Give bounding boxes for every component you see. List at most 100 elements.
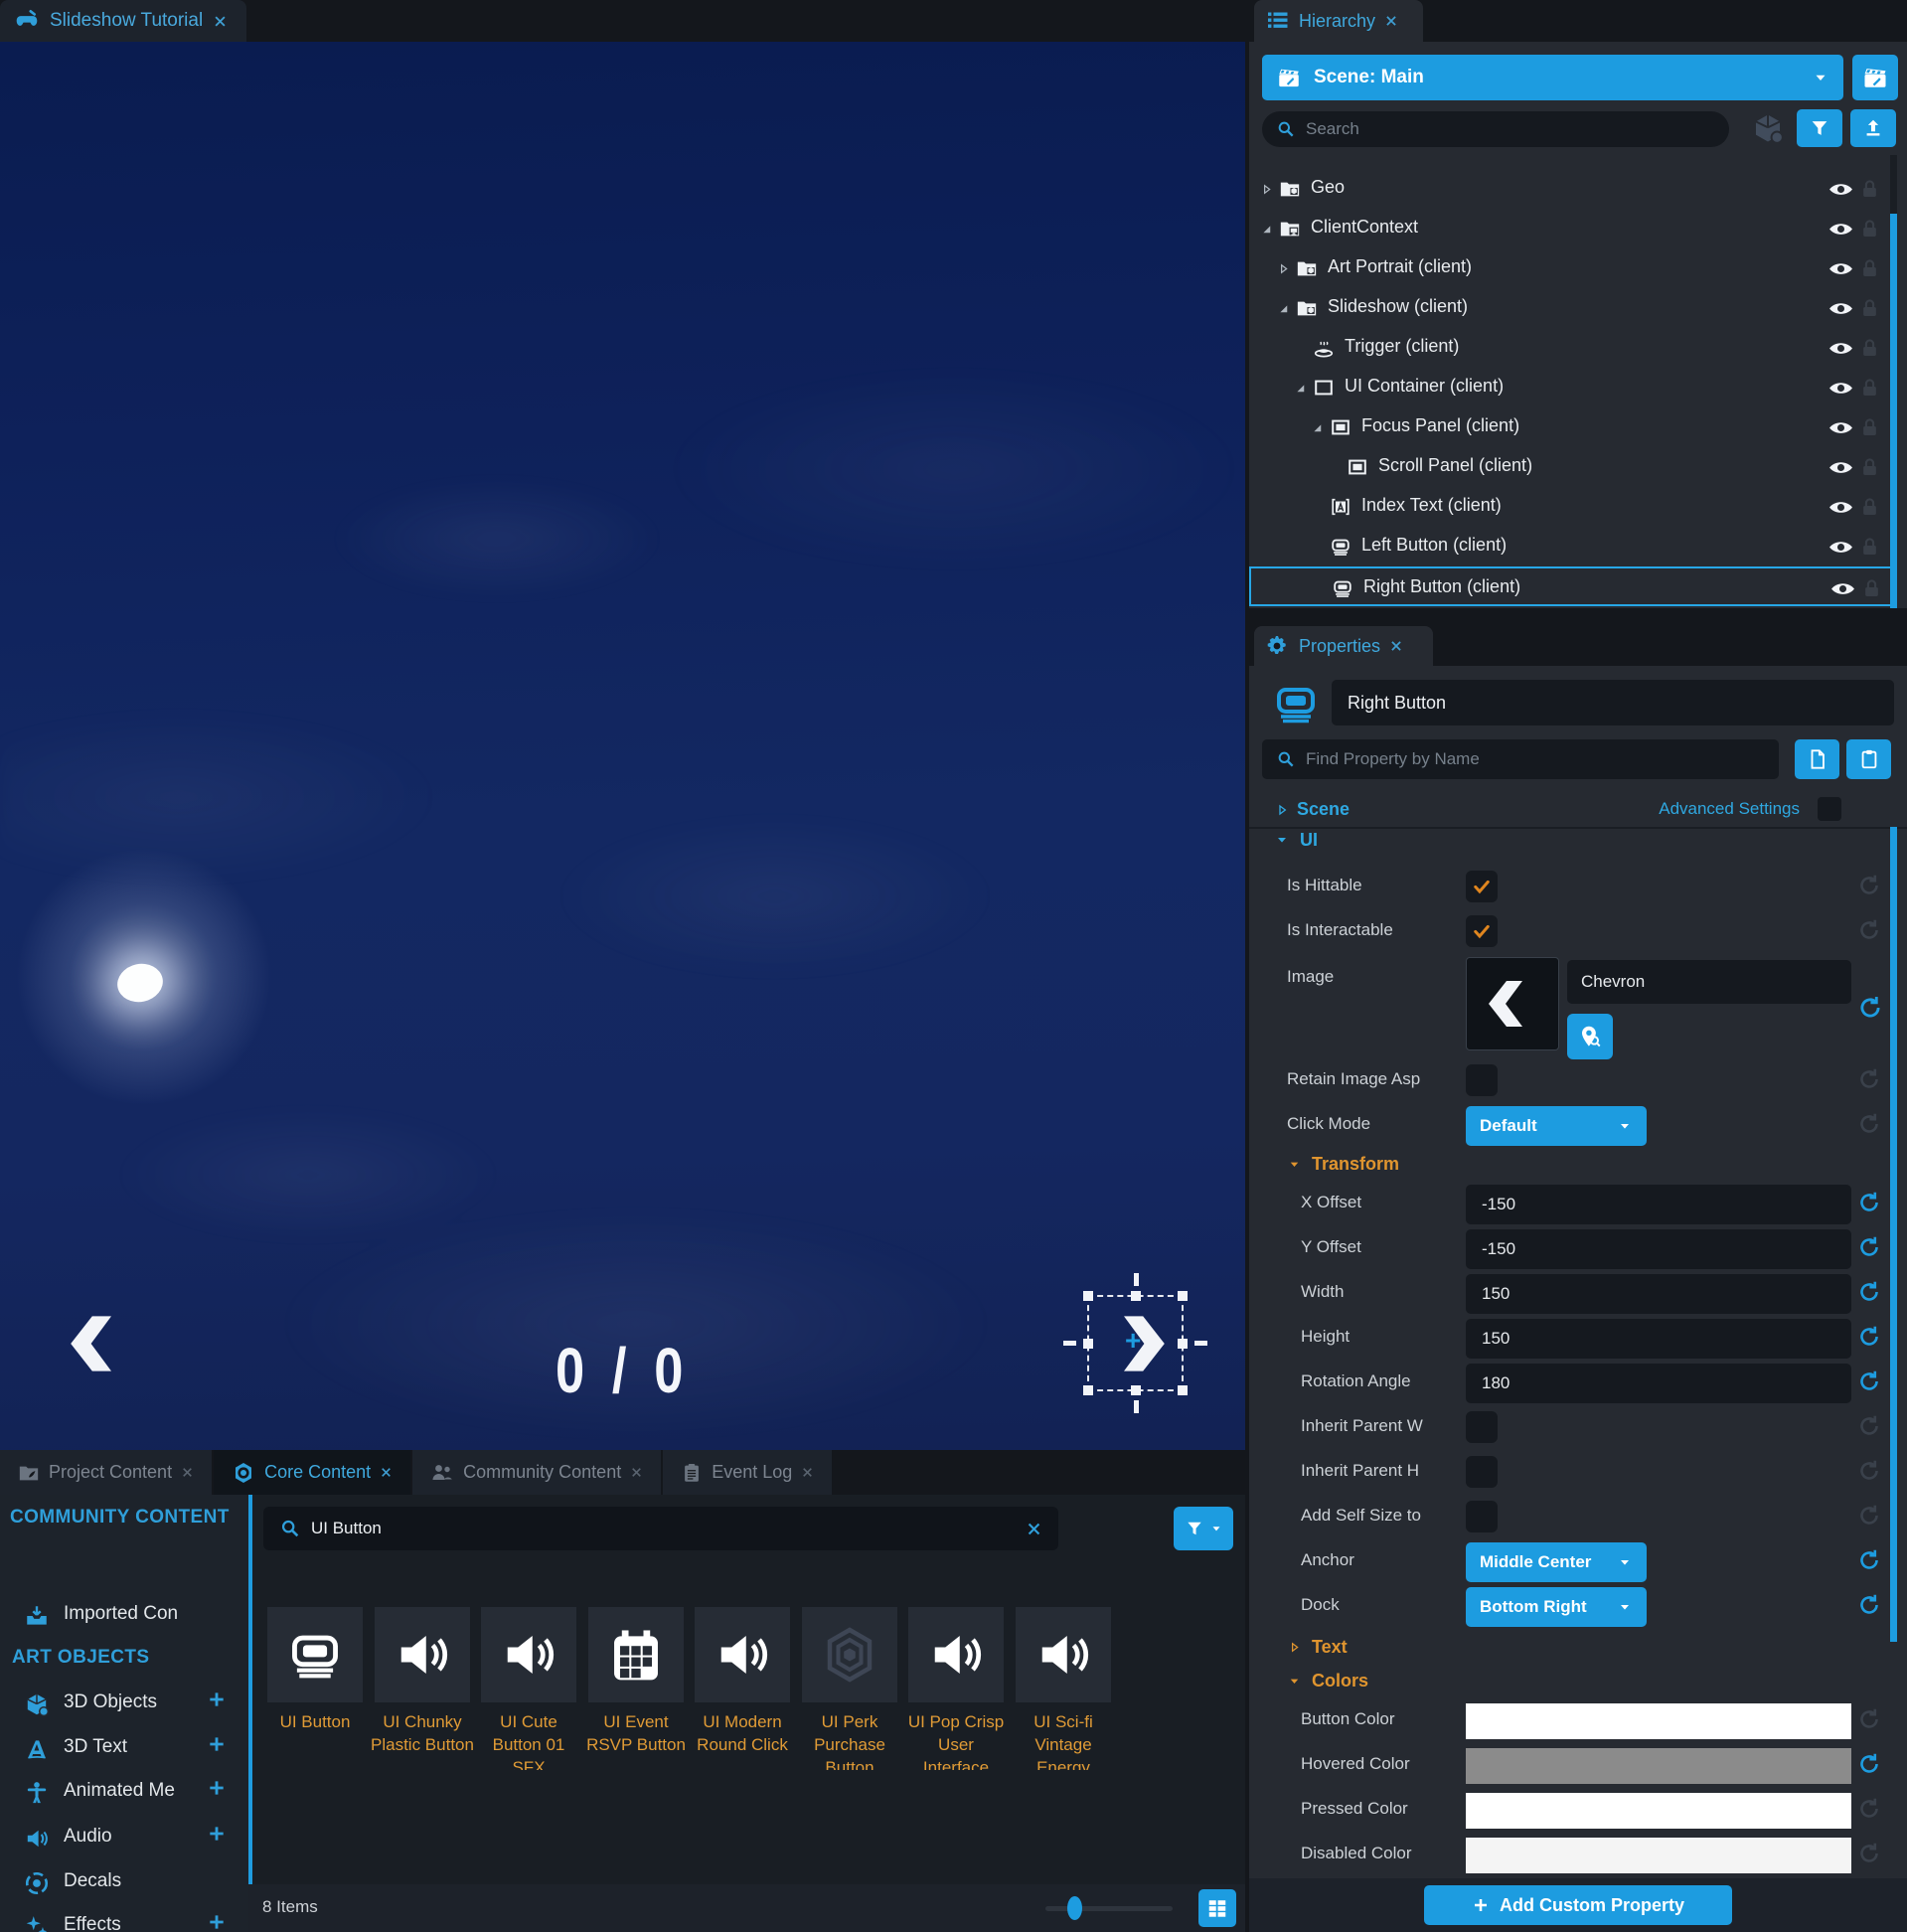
asset-search-input[interactable]: UI Button [263,1507,1058,1550]
visibility-eye-icon[interactable] [1828,300,1853,317]
visibility-eye-icon[interactable] [1828,539,1853,556]
lock-icon[interactable] [1862,418,1877,436]
plus-icon[interactable] [207,1824,227,1844]
colors-section-header[interactable]: Colors [1287,1666,1368,1695]
expand-collapsed-icon[interactable] [1259,182,1274,197]
inherit-parent-width-checkbox[interactable] [1466,1411,1498,1443]
lock-icon[interactable] [1862,379,1877,397]
asset-ui-modern-round-click[interactable] [695,1607,790,1702]
tree-item-focus-panel[interactable]: Focus Panel (client) [1249,407,1897,447]
close-icon[interactable] [801,1466,814,1479]
reset-icon[interactable] [1857,1325,1881,1349]
reset-icon[interactable] [1857,1504,1881,1528]
reset-icon[interactable] [1857,1797,1881,1821]
lock-icon[interactable] [1862,259,1877,277]
close-icon[interactable] [380,1466,393,1479]
view-mode-button[interactable] [1198,1889,1236,1927]
hierarchy-search-input[interactable]: Search [1262,111,1729,147]
tree-item-clientcontext[interactable]: ClientContext [1249,209,1897,248]
reset-icon[interactable] [1857,1235,1881,1259]
text-section-header[interactable]: Text [1287,1632,1348,1662]
tree-item-ui-container[interactable]: UI Container (client) [1249,368,1897,407]
tree-item-slideshow[interactable]: Slideshow (client) [1249,288,1897,328]
clear-search-icon[interactable] [1026,1521,1042,1537]
dock-dropdown[interactable]: Bottom Right [1466,1587,1647,1627]
y-offset-input[interactable]: -150 [1466,1229,1851,1269]
reset-icon[interactable] [1857,1191,1881,1214]
sidebar-item-imported-content[interactable]: Imported Con [0,1593,248,1637]
close-icon[interactable] [181,1466,194,1479]
plus-icon[interactable] [207,1690,227,1709]
visibility-eye-icon[interactable] [1828,181,1853,198]
lock-icon[interactable] [1862,339,1877,357]
tree-item-geo[interactable]: Geo [1249,169,1897,209]
tree-item-art-portrait[interactable]: Art Portrait (client) [1249,248,1897,288]
visibility-eye-icon[interactable] [1828,340,1853,357]
sidebar-item-3d-objects[interactable]: 3D Objects [0,1682,248,1725]
selection-handle[interactable] [1178,1385,1188,1395]
close-icon[interactable] [213,14,228,29]
copy-properties-button[interactable] [1795,739,1839,779]
ui-section-header[interactable]: UI [1274,825,1318,855]
selection-handle[interactable] [1083,1291,1093,1301]
reset-icon[interactable] [1857,1459,1881,1483]
reset-icon[interactable] [1857,1414,1881,1438]
x-offset-input[interactable]: -150 [1466,1185,1851,1224]
asset-ui-chunky-plastic-button[interactable] [375,1607,470,1702]
image-asset-field[interactable]: Chevron [1567,960,1851,1004]
disabled-color-swatch[interactable] [1466,1838,1851,1873]
width-input[interactable]: 150 [1466,1274,1851,1314]
reset-icon[interactable] [1857,1067,1881,1091]
find-property-input[interactable]: Find Property by Name [1262,739,1779,779]
asset-ui-button[interactable] [267,1607,363,1702]
sidebar-item-audio[interactable]: Audio [0,1816,248,1859]
hovered-color-swatch[interactable] [1466,1748,1851,1784]
lock-icon[interactable] [1862,299,1877,317]
lock-icon[interactable] [1862,538,1877,556]
export-button[interactable] [1850,109,1896,147]
selection-handle[interactable] [1131,1291,1141,1301]
tree-item-left-button[interactable]: Left Button (client) [1249,527,1897,566]
visibility-eye-icon[interactable] [1828,459,1853,476]
selection-handle[interactable] [1131,1385,1141,1395]
is-hittable-checkbox[interactable] [1466,871,1498,902]
is-interactable-checkbox[interactable] [1466,915,1498,947]
tree-item-index-text[interactable]: Index Text (client) [1249,487,1897,527]
reset-icon[interactable] [1857,1593,1881,1617]
visibility-eye-icon[interactable] [1828,419,1853,436]
reset-icon[interactable] [1857,1548,1881,1572]
tree-item-right-button-selected[interactable]: Right Button (client) [1249,566,1897,606]
lock-icon[interactable] [1862,220,1877,238]
pressed-color-swatch[interactable] [1466,1793,1851,1829]
tab-properties[interactable]: Properties [1254,626,1433,666]
visibility-eye-icon[interactable] [1828,499,1853,516]
asset-filter-button[interactable] [1174,1507,1233,1550]
rotation-angle-input[interactable]: 180 [1466,1364,1851,1403]
paste-properties-button[interactable] [1846,739,1891,779]
advanced-settings-link[interactable]: Advanced Settings [1659,799,1800,819]
locate-asset-button[interactable] [1567,1014,1613,1059]
tree-item-trigger[interactable]: Trigger (client) [1249,328,1897,368]
selection-handle[interactable] [1178,1339,1188,1349]
button-color-swatch[interactable] [1466,1703,1851,1739]
tab-project-content[interactable]: Project Content [0,1450,214,1495]
sidebar-item-decals[interactable]: Decals [0,1860,248,1904]
visibility-eye-icon[interactable] [1828,380,1853,397]
sidebar-item-animated-mesh[interactable]: Animated Me [0,1770,248,1814]
transform-section-header[interactable]: Transform [1287,1149,1399,1179]
lock-icon[interactable] [1864,579,1879,597]
asset-ui-perk-purchase-button[interactable] [802,1607,897,1702]
properties-scrollbar-thumb[interactable] [1890,827,1897,1642]
expand-collapsed-icon[interactable] [1274,802,1290,818]
reset-icon[interactable] [1857,1369,1881,1393]
tab-event-log[interactable]: Event Log [663,1450,834,1495]
sidebar-item-effects[interactable]: Effects [0,1904,248,1932]
reset-icon[interactable] [1857,1280,1881,1304]
close-icon[interactable] [630,1466,643,1479]
tab-slideshow-tutorial[interactable]: Slideshow Tutorial [0,0,246,42]
visibility-eye-icon[interactable] [1830,580,1855,597]
visibility-eye-icon[interactable] [1828,260,1853,277]
selection-handle[interactable] [1083,1385,1093,1395]
object-name-field[interactable]: Right Button [1332,680,1894,725]
image-thumbnail[interactable] [1466,957,1559,1050]
